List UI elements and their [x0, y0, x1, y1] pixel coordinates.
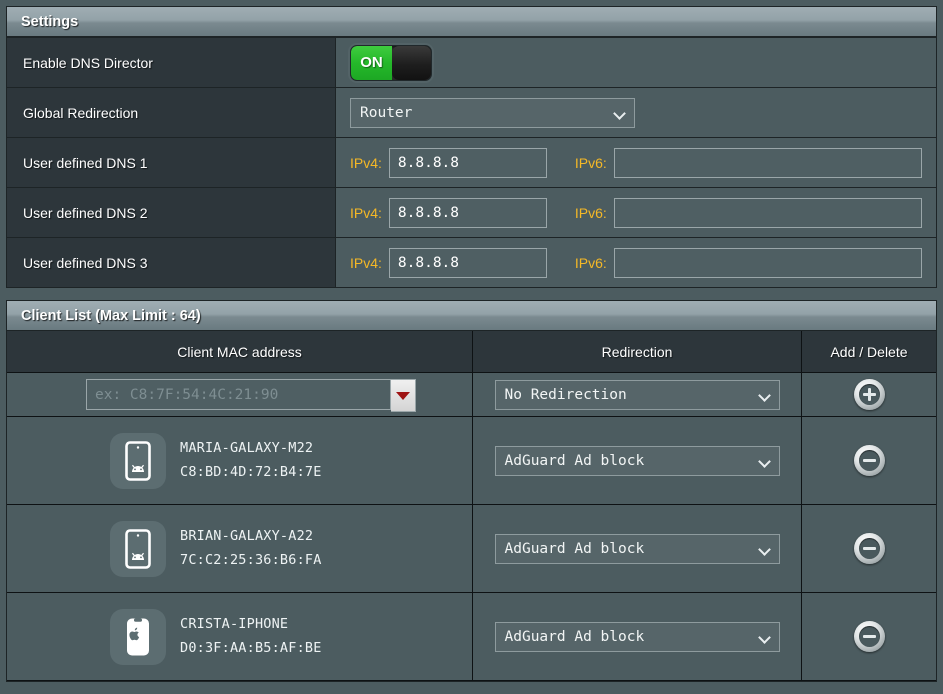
minus-icon: [862, 635, 876, 638]
table-row: CRISTA-IPHONE D0:3F:AA:B5:AF:BE AdGuard …: [7, 593, 936, 681]
client-cell-2: BRIAN-GALAXY-A22 7C:C2:25:36:B6:FA: [7, 505, 473, 592]
plus-icon-vertical: [867, 388, 871, 401]
setting-value-user-dns-1: IPv4: IPv6:: [336, 138, 936, 187]
delete-client-button-1[interactable]: [853, 445, 885, 476]
minus-icon: [862, 547, 876, 550]
mac-combo: [86, 379, 416, 412]
minus-icon: [862, 459, 876, 462]
client-redirection-select-3[interactable]: AdGuard Ad block: [494, 621, 780, 652]
new-entry-mac-cell: [7, 373, 473, 416]
device-text-2: BRIAN-GALAXY-A22 7C:C2:25:36:B6:FA: [180, 525, 322, 572]
user-dns-3-ipv6-input[interactable]: [613, 247, 922, 278]
table-row: MARIA-GALAXY-M22 C8:BD:4D:72:B4:7E AdGua…: [7, 417, 936, 505]
client-cell-3: CRISTA-IPHONE D0:3F:AA:B5:AF:BE: [7, 593, 473, 680]
column-header-mac: Client MAC address: [7, 331, 473, 372]
device-info-3: CRISTA-IPHONE D0:3F:AA:B5:AF:BE: [7, 608, 322, 665]
delete-client-button-3[interactable]: [853, 621, 885, 652]
setting-value-enable-dns-director: ON: [336, 38, 936, 87]
client-name: MARIA-GALAXY-M22: [180, 439, 314, 456]
client-mac: D0:3F:AA:B5:AF:BE: [180, 639, 322, 656]
setting-value-global-redirection: Router: [336, 88, 936, 137]
ipv4-label-2: IPv4:: [350, 204, 382, 221]
setting-label-user-dns-1: User defined DNS 1: [7, 138, 336, 187]
ipv6-label-2: IPv6:: [574, 204, 607, 221]
dns-director-page: Settings Enable DNS Director ON Global R…: [0, 0, 943, 694]
client-name: BRIAN-GALAXY-A22: [180, 527, 314, 544]
toggle-on-label: ON: [351, 45, 392, 80]
enable-dns-director-toggle[interactable]: ON: [350, 44, 432, 81]
client-new-entry-row: No Redirection: [7, 373, 936, 417]
setting-row-global-redirection: Global Redirection Router: [7, 87, 936, 137]
android-phone-icon: [110, 432, 166, 489]
setting-label-user-dns-2: User defined DNS 2: [7, 188, 336, 237]
client-action-cell-3: [802, 593, 936, 680]
toggle-knob[interactable]: [392, 45, 431, 80]
client-redirection-cell-2: AdGuard Ad block: [473, 505, 802, 592]
client-mac-input[interactable]: [86, 379, 391, 410]
ipv6-label-3: IPv6:: [574, 254, 607, 271]
client-redirection-select-2[interactable]: AdGuard Ad block: [494, 533, 780, 564]
ipv4-label-1: IPv4:: [350, 154, 382, 171]
column-header-add-delete: Add / Delete: [830, 343, 908, 360]
setting-row-user-dns-3: User defined DNS 3 IPv4: IPv6:: [7, 237, 936, 287]
client-redirection-cell-3: AdGuard Ad block: [473, 593, 802, 680]
user-dns-1-ipv4-input[interactable]: [388, 147, 547, 178]
client-list-panel-title: Client List (Max Limit : 64): [7, 301, 936, 331]
new-entry-redirection-select[interactable]: No Redirection: [494, 379, 780, 410]
device-text-1: MARIA-GALAXY-M22 C8:BD:4D:72:B4:7E: [180, 437, 322, 484]
user-dns-1-ipv6-input[interactable]: [613, 147, 922, 178]
android-phone-icon: [110, 520, 166, 577]
new-entry-redirection-cell: No Redirection: [473, 373, 802, 416]
client-mac: 7C:C2:25:36:B6:FA: [180, 551, 322, 568]
ipv6-label-1: IPv6:: [574, 154, 607, 171]
setting-label-enable-dns-director: Enable DNS Director: [7, 38, 336, 87]
setting-row-user-dns-1: User defined DNS 1 IPv4: IPv6:: [7, 137, 936, 187]
setting-value-user-dns-2: IPv4: IPv6:: [336, 188, 936, 237]
client-mac: C8:BD:4D:72:B4:7E: [180, 463, 322, 480]
triangle-down-icon: [396, 391, 410, 400]
global-redirection-select[interactable]: Router: [350, 97, 635, 128]
apple-iphone-icon: [110, 608, 166, 665]
client-select-wrap-3: AdGuard Ad block: [494, 621, 780, 652]
settings-panel-title: Settings: [7, 7, 936, 37]
settings-panel: Settings Enable DNS Director ON Global R…: [6, 6, 937, 288]
add-client-button[interactable]: [853, 379, 885, 410]
delete-client-button-2[interactable]: [853, 533, 885, 564]
device-info-1: MARIA-GALAXY-M22 C8:BD:4D:72:B4:7E: [7, 432, 322, 489]
new-entry-select-wrap: No Redirection: [494, 379, 780, 410]
device-text-3: CRISTA-IPHONE D0:3F:AA:B5:AF:BE: [180, 613, 322, 660]
client-list-panel: Client List (Max Limit : 64) Client MAC …: [6, 300, 937, 682]
setting-value-user-dns-3: IPv4: IPv6:: [336, 238, 936, 287]
mac-dropdown-button[interactable]: [391, 379, 416, 412]
client-select-wrap-2: AdGuard Ad block: [494, 533, 780, 564]
client-list-header-row: Client MAC address Redirection Add / Del…: [7, 331, 936, 373]
user-dns-2-ipv4-input[interactable]: [388, 197, 547, 228]
device-info-2: BRIAN-GALAXY-A22 7C:C2:25:36:B6:FA: [7, 520, 322, 577]
client-action-cell-1: [802, 417, 936, 504]
setting-label-user-dns-3: User defined DNS 3: [7, 238, 336, 287]
client-cell-1: MARIA-GALAXY-M22 C8:BD:4D:72:B4:7E: [7, 417, 473, 504]
user-dns-2-ipv6-input[interactable]: [613, 197, 922, 228]
global-redirection-select-wrap: Router: [350, 97, 635, 128]
client-name: CRISTA-IPHONE: [180, 615, 289, 632]
setting-label-global-redirection: Global Redirection: [7, 88, 336, 137]
client-redirection-cell-1: AdGuard Ad block: [473, 417, 802, 504]
ipv4-label-3: IPv4:: [350, 254, 382, 271]
column-header-redirection: Redirection: [473, 331, 802, 372]
client-redirection-select-1[interactable]: AdGuard Ad block: [494, 445, 780, 476]
setting-row-enable-dns-director: Enable DNS Director ON: [7, 37, 936, 87]
new-entry-action-cell: [802, 373, 936, 416]
client-action-cell-2: [802, 505, 936, 592]
user-dns-3-ipv4-input[interactable]: [388, 247, 547, 278]
client-select-wrap-1: AdGuard Ad block: [494, 445, 780, 476]
table-row: BRIAN-GALAXY-A22 7C:C2:25:36:B6:FA AdGua…: [7, 505, 936, 593]
setting-row-user-dns-2: User defined DNS 2 IPv4: IPv6:: [7, 187, 936, 237]
